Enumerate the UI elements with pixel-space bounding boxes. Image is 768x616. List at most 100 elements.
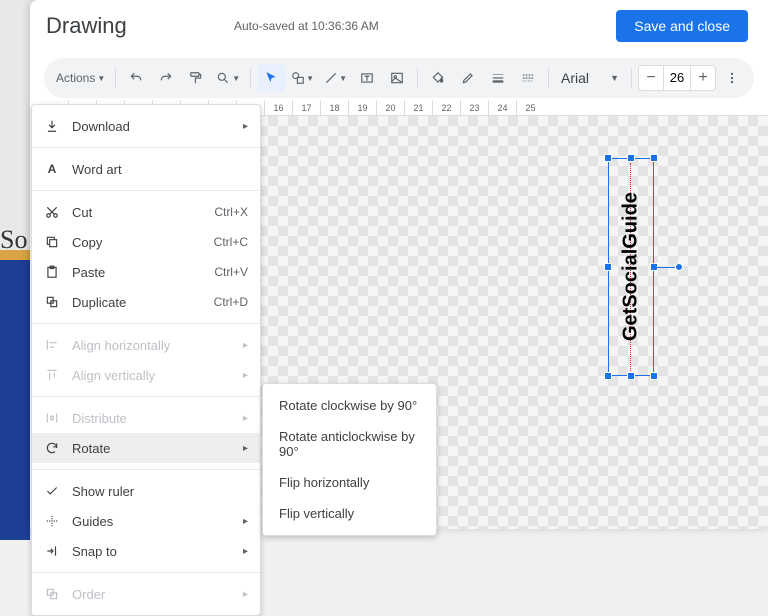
font-size-increase-button[interactable]: + [691, 69, 715, 87]
undo-icon [129, 71, 143, 85]
line-icon [324, 71, 338, 85]
shapes-icon [291, 71, 305, 85]
menu-item-download[interactable]: Download ▸ [32, 111, 260, 141]
toolbar: Actions▼ ▼ ▼ ▼ Arial▼ − 26 + [44, 58, 754, 98]
menu-item-distribute: Distribute ▸ [32, 403, 260, 433]
submenu-item-rotate-cw[interactable]: Rotate clockwise by 90° [263, 390, 436, 421]
paint-roller-icon [189, 71, 203, 85]
ruler-tick: 23 [460, 100, 488, 115]
more-vert-icon [725, 71, 739, 85]
border-color-button[interactable] [454, 64, 482, 92]
paint-format-button[interactable] [182, 64, 210, 92]
snap-icon [44, 544, 60, 558]
ruler-tick: 18 [320, 100, 348, 115]
font-size-value[interactable]: 26 [663, 66, 691, 90]
rotate-icon [44, 441, 60, 455]
zoom-button[interactable]: ▼ [212, 64, 244, 92]
line-dash-icon [521, 71, 535, 85]
resize-handle-bl[interactable] [604, 372, 612, 380]
guides-icon [44, 514, 60, 528]
zoom-icon [216, 71, 230, 85]
menu-item-duplicate[interactable]: Duplicate Ctrl+D [32, 287, 260, 317]
redo-button[interactable] [152, 64, 180, 92]
rotate-submenu: Rotate clockwise by 90° Rotate anticlock… [262, 383, 437, 536]
menu-item-cut[interactable]: Cut Ctrl+X [32, 197, 260, 227]
chevron-right-icon: ▸ [243, 516, 248, 527]
textbox-content[interactable]: GetSocialGuide [609, 159, 653, 375]
chevron-right-icon: ▸ [243, 121, 248, 132]
menu-item-guides[interactable]: Guides ▸ [32, 506, 260, 536]
ruler-tick: 16 [264, 100, 292, 115]
textbox-tool-button[interactable] [353, 64, 381, 92]
ruler-tick: 22 [432, 100, 460, 115]
rotate-connector [653, 267, 675, 268]
chevron-right-icon: ▸ [243, 370, 248, 381]
chevron-right-icon: ▸ [243, 340, 248, 351]
chevron-right-icon: ▸ [243, 546, 248, 557]
cut-icon [44, 205, 60, 219]
download-icon [44, 119, 60, 133]
copy-icon [44, 235, 60, 249]
autosave-status: Auto-saved at 10:36:36 AM [234, 19, 379, 33]
ruler-tick: 19 [348, 100, 376, 115]
font-size-control: − 26 + [638, 65, 716, 91]
redo-icon [159, 71, 173, 85]
resize-handle-br[interactable] [650, 372, 658, 380]
menu-item-paste[interactable]: Paste Ctrl+V [32, 257, 260, 287]
fill-icon [431, 71, 445, 85]
ruler-tick: 24 [488, 100, 516, 115]
line-tool-button[interactable]: ▼ [320, 64, 351, 92]
menu-item-wordart[interactable]: A Word art [32, 154, 260, 184]
resize-handle-tm[interactable] [627, 154, 635, 162]
select-tool-button[interactable] [257, 64, 285, 92]
ruler-tick: 20 [376, 100, 404, 115]
actions-dropdown-menu: Download ▸ A Word art Cut Ctrl+X Copy Ct… [31, 104, 261, 616]
more-options-button[interactable] [718, 64, 746, 92]
resize-handle-tl[interactable] [604, 154, 612, 162]
menu-item-show-ruler[interactable]: Show ruler [32, 476, 260, 506]
paste-icon [44, 265, 60, 279]
menu-item-snap-to[interactable]: Snap to ▸ [32, 536, 260, 566]
border-dash-button[interactable] [514, 64, 542, 92]
chevron-right-icon: ▸ [243, 589, 248, 600]
menu-item-order: Order ▸ [32, 579, 260, 609]
font-family-selector[interactable]: Arial▼ [555, 70, 625, 86]
checkmark-icon [44, 484, 60, 498]
align-v-icon [44, 368, 60, 382]
menu-item-copy[interactable]: Copy Ctrl+C [32, 227, 260, 257]
selected-textbox[interactable]: GetSocialGuide [608, 158, 654, 376]
rotate-handle[interactable] [675, 263, 683, 271]
image-tool-button[interactable] [383, 64, 411, 92]
undo-button[interactable] [122, 64, 150, 92]
modal-header: Drawing Auto-saved at 10:36:36 AM Save a… [30, 0, 768, 52]
menu-item-rotate[interactable]: Rotate ▸ [32, 433, 260, 463]
border-weight-button[interactable] [484, 64, 512, 92]
submenu-item-rotate-ccw[interactable]: Rotate anticlockwise by 90° [263, 421, 436, 467]
ruler-tick: 21 [404, 100, 432, 115]
wordart-icon: A [44, 162, 60, 176]
fill-color-button[interactable] [424, 64, 452, 92]
background-color-strip [0, 250, 30, 550]
font-size-decrease-button[interactable]: − [639, 69, 663, 87]
submenu-item-flip-horizontal[interactable]: Flip horizontally [263, 467, 436, 498]
menu-item-align-horizontal: Align horizontally ▸ [32, 330, 260, 360]
line-weight-icon [491, 71, 505, 85]
ruler-tick: 25 [516, 100, 544, 115]
resize-handle-tr[interactable] [650, 154, 658, 162]
image-icon [390, 71, 404, 85]
pencil-icon [461, 71, 475, 85]
distribute-icon [44, 411, 60, 425]
save-and-close-button[interactable]: Save and close [616, 10, 748, 42]
shape-tool-button[interactable]: ▼ [287, 64, 318, 92]
resize-handle-bm[interactable] [627, 372, 635, 380]
resize-handle-ml[interactable] [604, 263, 612, 271]
cursor-icon [264, 71, 278, 85]
submenu-item-flip-vertical[interactable]: Flip vertically [263, 498, 436, 529]
menu-item-align-vertical: Align vertically ▸ [32, 360, 260, 390]
order-icon [44, 587, 60, 601]
actions-menu-button[interactable]: Actions▼ [52, 64, 109, 92]
duplicate-icon [44, 295, 60, 309]
ruler-tick: 17 [292, 100, 320, 115]
modal-title: Drawing [46, 13, 127, 39]
chevron-right-icon: ▸ [243, 443, 248, 454]
